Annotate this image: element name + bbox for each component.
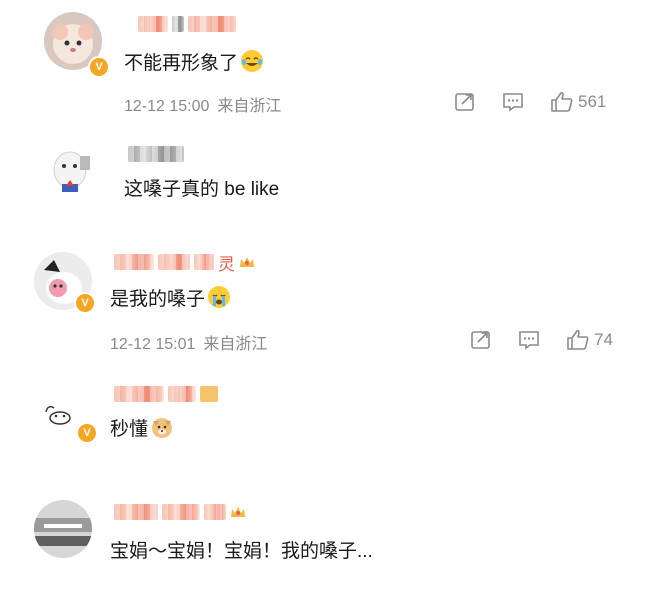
username-suffix: 灵 xyxy=(218,254,235,274)
verified-badge: V xyxy=(76,422,98,444)
comment-actions: 561 xyxy=(454,90,606,114)
like-count: 74 xyxy=(594,330,613,349)
comment-icon xyxy=(503,93,523,112)
thumbs-up-icon xyxy=(567,329,589,350)
comment-text: 宝娟～宝娟！宝娟！我的嗓子... xyxy=(110,541,373,562)
comment-actions: 74 xyxy=(470,328,613,352)
comment-text: 这嗓子真的 be like xyxy=(124,179,280,200)
username[interactable] xyxy=(114,384,218,404)
comment-text: 是我的嗓子 xyxy=(110,284,231,311)
share-icon xyxy=(455,93,474,111)
crown-icon xyxy=(231,507,245,517)
comment-card-1: V 不能再形象了 12-12 15:00 来自浙江 561 xyxy=(30,0,630,130)
like-button[interactable]: 74 xyxy=(566,328,613,352)
reply-button[interactable] xyxy=(518,329,540,351)
username[interactable] xyxy=(128,144,184,164)
like-count: 561 xyxy=(578,92,607,111)
comment-icon xyxy=(519,331,539,350)
reply-button[interactable] xyxy=(502,91,524,113)
comment-date: 12-12 15:01 xyxy=(110,336,196,353)
comment-card-2: 这嗓子真的 be like xyxy=(30,130,630,212)
verified-badge: V xyxy=(74,292,96,314)
username[interactable] xyxy=(114,502,246,522)
comment-text: 秒懂 xyxy=(110,414,174,441)
crown-icon xyxy=(240,257,254,267)
avatar[interactable] xyxy=(44,140,102,198)
comment-meta: 12-12 15:00 来自浙江 xyxy=(124,92,281,116)
comment-card-4: V 秒懂 xyxy=(30,372,630,462)
share-button[interactable] xyxy=(454,91,476,113)
username[interactable] xyxy=(138,14,236,34)
share-button[interactable] xyxy=(470,329,492,351)
comment-date: 12-12 15:00 xyxy=(124,98,210,115)
thumbs-up-icon xyxy=(551,91,573,112)
doge-emoji-icon xyxy=(152,418,173,438)
comment-text: 不能再形象了 xyxy=(124,48,264,75)
verified-badge: V xyxy=(88,56,110,78)
share-icon xyxy=(471,331,490,349)
comment-meta: 12-12 15:01 来自浙江 xyxy=(110,330,267,354)
comment-card-3: V 灵 是我的嗓子 12-12 15:01 来自浙江 74 xyxy=(30,242,630,364)
crying-emoji-icon xyxy=(208,286,231,308)
comment-location: 来自浙江 xyxy=(217,98,282,115)
like-button[interactable]: 561 xyxy=(550,90,606,114)
username[interactable]: 灵 xyxy=(114,252,255,274)
avatar[interactable] xyxy=(34,500,92,558)
comment-location: 来自浙江 xyxy=(203,336,268,353)
comment-card-5: 宝娟～宝娟！宝娟！我的嗓子... xyxy=(30,492,630,584)
laughing-tears-emoji-icon xyxy=(241,50,264,72)
